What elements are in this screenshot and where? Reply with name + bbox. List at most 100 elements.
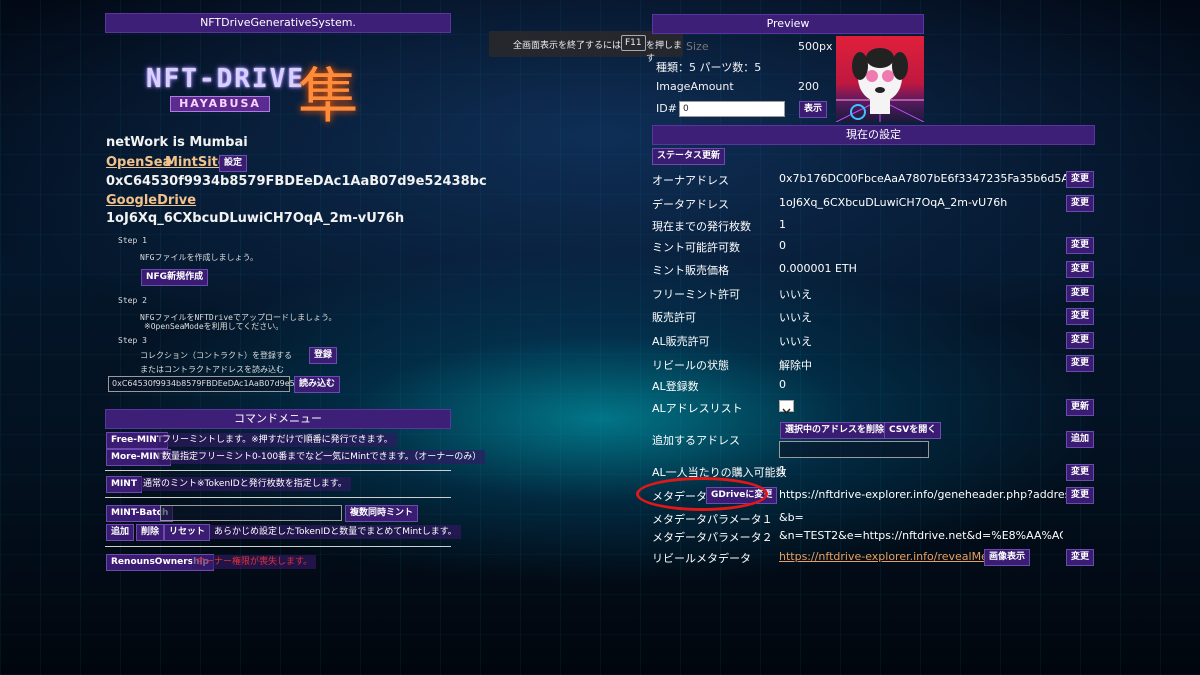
sale-permission-value: いいえ bbox=[779, 311, 812, 324]
delete-selected-address-button[interactable]: 選択中のアドレスを削除 bbox=[780, 422, 890, 439]
divider bbox=[105, 497, 451, 498]
reveal-state-value: 解除中 bbox=[779, 359, 812, 372]
mintable-count-value: 0 bbox=[779, 239, 786, 252]
renounce-desc: オーナー権限が喪失します。 bbox=[192, 555, 317, 569]
freemint-change-button[interactable]: 変更 bbox=[1066, 285, 1095, 302]
metadata-param2-label: メタデータパラメータ２ bbox=[652, 531, 773, 544]
image-amount-value: 200 bbox=[798, 80, 819, 93]
parts-info: 種類：5 パーツ数：5 bbox=[656, 61, 762, 74]
sale-permission-label: 販売許可 bbox=[652, 311, 696, 324]
data-change-button[interactable]: 変更 bbox=[1066, 195, 1095, 212]
step3-label: Step 3 bbox=[118, 336, 147, 345]
al-per-person-value: 1 bbox=[779, 464, 786, 477]
mint-desc: 通常のミント※TokenIDと発行枚数を指定します。 bbox=[139, 477, 351, 491]
chevron-down-icon bbox=[782, 408, 791, 415]
dog-avatar-icon bbox=[836, 48, 924, 122]
step3-text2: またはコントラクトアドレスを読み込む bbox=[140, 365, 284, 374]
nft-drive-logo: NFT-DRIVE HAYABUSA 隼 bbox=[146, 48, 366, 132]
setting-button[interactable]: 設定 bbox=[219, 155, 248, 172]
open-csv-button[interactable]: CSVを開く bbox=[884, 422, 942, 439]
mint-price-value: 0.000001 ETH bbox=[779, 262, 857, 275]
mint-button[interactable]: MINT bbox=[106, 476, 142, 493]
mintable-change-button[interactable]: 変更 bbox=[1066, 237, 1095, 254]
show-button[interactable]: 表示 bbox=[799, 101, 828, 118]
app-title-bar: NFTDriveGenerativeSystem. bbox=[105, 13, 451, 33]
status-update-button[interactable]: ステータス更新 bbox=[652, 148, 726, 165]
batch-reset-button[interactable]: リセット bbox=[164, 524, 211, 541]
command-menu-title: コマンドメニュー bbox=[105, 409, 451, 429]
add-address-button[interactable]: 追加 bbox=[1066, 431, 1095, 448]
data-address-label: データアドレス bbox=[652, 198, 729, 211]
al-count-value: 0 bbox=[779, 378, 786, 391]
batch-add-button[interactable]: 追加 bbox=[106, 524, 135, 541]
metadata-param2-value: &n=TEST2&e=https://nftdrive.net&d=%E8%AA… bbox=[779, 529, 1063, 542]
sale-change-button[interactable]: 変更 bbox=[1066, 308, 1095, 325]
size-value: 500px bbox=[798, 40, 833, 53]
batch-delete-button[interactable]: 削除 bbox=[136, 524, 165, 541]
al-address-list-label: ALアドレスリスト bbox=[652, 402, 743, 415]
mintable-count-label: ミント可能許可数 bbox=[652, 241, 740, 254]
id-input[interactable]: 0 bbox=[679, 101, 785, 117]
reveal-meta-change-button[interactable]: 変更 bbox=[1066, 549, 1095, 566]
fullscreen-toast: 全画面表示を終了するには F11 を押します bbox=[489, 31, 683, 64]
freemint-permission-label: フリーミント許可 bbox=[652, 288, 740, 301]
step2-label: Step 2 bbox=[118, 296, 147, 305]
logo-main-text: NFT-DRIVE bbox=[146, 64, 305, 94]
step1-label: Step 1 bbox=[118, 236, 147, 245]
al-count-label: AL登録数 bbox=[652, 380, 699, 393]
divider bbox=[105, 546, 451, 547]
owner-address-label: オーナアドレス bbox=[652, 174, 729, 187]
metadata-change-button[interactable]: 変更 bbox=[1066, 487, 1095, 504]
network-status: netWork is Mumbai bbox=[106, 135, 248, 150]
google-drive-id: 1oJ6Xq_6CXbcuDLuwiCH7OqA_2m-vU76h bbox=[106, 211, 405, 226]
mint-price-label: ミント販売価格 bbox=[652, 264, 729, 277]
opensea-link[interactable]: OpenSea bbox=[106, 155, 171, 170]
owner-address-value: 0x7b176DC00FbceAaA7807bE6f3347235Fa35b6d… bbox=[779, 172, 1069, 185]
batch-multi-mint-button[interactable]: 複数同時ミント bbox=[345, 505, 419, 522]
google-drive-link[interactable]: GoogleDrive bbox=[106, 193, 196, 208]
reveal-change-button[interactable]: 変更 bbox=[1066, 355, 1095, 372]
batch-desc: あらかじめ設定したTokenIDと数量でまとめてMintします。 bbox=[210, 525, 461, 539]
al-list-update-button[interactable]: 更新 bbox=[1066, 399, 1095, 416]
issued-count-label: 現在までの発行枚数 bbox=[652, 220, 751, 233]
more-mint-desc: 数量指定フリーミント0-100番までなど一気にMintできます。（オーナーのみ） bbox=[158, 450, 486, 464]
image-show-button[interactable]: 画像表示 bbox=[984, 549, 1031, 566]
metadata-param1-label: メタデータパラメータ１ bbox=[652, 513, 773, 526]
highlight-circle-annotation bbox=[636, 477, 768, 511]
al-sale-permission-label: AL販売許可 bbox=[652, 335, 710, 348]
load-button[interactable]: 読み込む bbox=[294, 376, 341, 393]
register-button[interactable]: 登録 bbox=[309, 347, 338, 364]
contract-address: 0xC64530f9934b8579FBDEeDAc1AaB07d9e52438… bbox=[106, 174, 487, 189]
current-settings-title: 現在の設定 bbox=[652, 125, 1095, 145]
metadata-value: https://nftdrive-explorer.info/geneheade… bbox=[779, 488, 1086, 501]
data-address-value: 1oJ6Xq_6CXbcuDLuwiCH7OqA_2m-vU76h bbox=[779, 196, 1008, 209]
step2-note: ※OpenSeaModeを利用してください。 bbox=[144, 322, 284, 331]
step1-text: NFGファイルを作成しましょう。 bbox=[140, 253, 258, 262]
price-change-button[interactable]: 変更 bbox=[1066, 261, 1095, 278]
mintsite-link[interactable]: MintSite bbox=[165, 155, 227, 170]
nfg-new-button[interactable]: NFG新規作成 bbox=[141, 269, 209, 286]
size-label: Size bbox=[686, 40, 709, 53]
logo-kanji: 隼 bbox=[298, 62, 358, 132]
reveal-metadata-label: リビールメタデータ bbox=[652, 552, 751, 565]
id-label: ID# bbox=[656, 102, 677, 115]
metadata-param1-value: &b= bbox=[779, 511, 804, 524]
preview-image bbox=[836, 36, 924, 122]
preview-title: Preview bbox=[652, 14, 924, 34]
free-mint-desc: フリーミントします。※押すだけで順番に発行できます。 bbox=[158, 433, 397, 447]
al-list-dropdown[interactable] bbox=[779, 400, 794, 415]
batch-input[interactable] bbox=[160, 505, 342, 521]
contract-load-input[interactable]: 0xC64530f9934b8579FBDEeDAc1AaB07d9e5 bbox=[108, 376, 295, 392]
toast-key: F11 bbox=[621, 35, 646, 51]
al-per-change-button[interactable]: 変更 bbox=[1066, 464, 1095, 481]
divider bbox=[105, 470, 451, 471]
image-amount-label: ImageAmount bbox=[656, 80, 734, 93]
owner-change-button[interactable]: 変更 bbox=[1066, 171, 1095, 188]
al-sale-change-button[interactable]: 変更 bbox=[1066, 332, 1095, 349]
reveal-metadata-link[interactable]: https://nftdrive-explorer.info/revealMet… bbox=[779, 550, 1003, 563]
toast-prefix: 全画面表示を終了するには bbox=[513, 41, 622, 51]
reveal-state-label: リビールの状態 bbox=[652, 359, 729, 372]
logo-sub-text: HAYABUSA bbox=[170, 96, 270, 112]
add-address-input[interactable] bbox=[779, 441, 929, 458]
issued-count-value: 1 bbox=[779, 218, 786, 231]
